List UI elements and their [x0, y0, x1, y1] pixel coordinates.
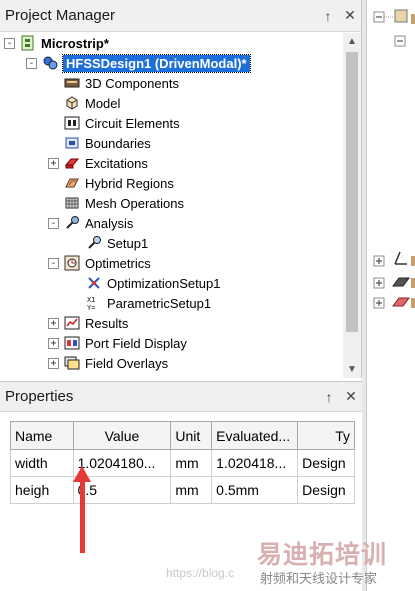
column-header-value[interactable]: Value	[72, 421, 172, 450]
tree-item[interactable]: - Analysis	[48, 213, 133, 233]
svg-text:Y=: Y=	[87, 304, 95, 311]
project-icon	[19, 35, 36, 51]
table-row[interactable]: heigh 0.5 mm 0.5mm Design	[10, 476, 355, 504]
circuit-icon	[63, 115, 80, 131]
scrollbar-thumb[interactable]	[346, 52, 358, 332]
pin-icon[interactable]: ↑	[318, 389, 340, 405]
tree-item-label: Hybrid Regions	[85, 175, 174, 191]
cell-name[interactable]: width	[10, 449, 74, 477]
project-manager-title: Project Manager	[5, 7, 116, 24]
tree-item[interactable]: - Microstrip*	[4, 33, 109, 53]
collapse-icon[interactable]: -	[48, 217, 59, 229]
cell-type: Design	[297, 476, 355, 504]
tree-item-label: Model	[85, 95, 121, 111]
expand-icon[interactable]: +	[48, 157, 59, 169]
tree-item[interactable]: Hybrid Regions	[63, 173, 174, 193]
tree-item-label: ParametricSetup1	[107, 295, 212, 311]
collapse-icon[interactable]: -	[26, 57, 37, 69]
tree-item-label: Field Overlays	[85, 355, 169, 371]
port-field-icon	[63, 335, 80, 351]
watermark-url: https://blog.c	[166, 566, 235, 580]
cell-name[interactable]: heigh	[10, 476, 74, 504]
tree-item[interactable]: + Results	[48, 313, 128, 333]
tree-scrollbar[interactable]: ▲ ▼	[343, 33, 361, 378]
analysis-icon	[63, 215, 80, 231]
tree-item[interactable]: Mesh Operations	[63, 193, 184, 213]
tree-item-label: Microstrip*	[41, 35, 109, 51]
components-icon	[63, 75, 80, 91]
parametric-icon: X1 Y=	[85, 295, 102, 311]
properties-grid: Name Value Unit Evaluated... Ty width 1.…	[10, 421, 355, 504]
cell-unit[interactable]: mm	[170, 449, 213, 477]
pin-icon[interactable]: ↑	[317, 8, 339, 24]
scroll-up-icon[interactable]: ▲	[343, 33, 361, 50]
tree-item-label: Mesh Operations	[85, 195, 184, 211]
optimetrics-icon	[63, 255, 80, 271]
tree-item-label: Circuit Elements	[85, 115, 180, 131]
tree-item[interactable]: - HFSSDesign1 (DrivenModal)*	[26, 53, 251, 73]
project-tree: - Microstrip* - HFSSDesign1 (DrivenModal)* 3…	[0, 33, 343, 378]
tree-item[interactable]: + Field Overlays	[48, 353, 168, 373]
properties-title: Properties	[5, 388, 74, 405]
tree-item-label: Port Field Display	[85, 335, 187, 351]
expand-icon[interactable]: +	[48, 317, 59, 329]
tree-item-label: Setup1	[107, 235, 149, 251]
hybrid-icon	[63, 175, 80, 191]
model-icon	[63, 95, 80, 111]
annotation-arrow	[80, 478, 85, 553]
watermark-brand-sub: 射频和天线设计专家	[260, 571, 378, 586]
collapse-icon[interactable]: -	[48, 257, 59, 269]
tree-item[interactable]: Model	[63, 93, 120, 113]
collapse-icon[interactable]: -	[4, 37, 15, 49]
column-header-evaluated[interactable]: Evaluated...	[211, 421, 299, 450]
design-icon	[41, 55, 58, 71]
tree-item-label: 3D Components	[85, 75, 179, 91]
svg-text:X1: X1	[87, 296, 95, 304]
tree-item-label: Results	[85, 315, 129, 331]
boundaries-icon	[63, 135, 80, 151]
column-header-unit[interactable]: Unit	[170, 421, 213, 450]
project-manager-panel: Project Manager ↑ ✕ - Microstrip* - HFSSDes…	[0, 0, 362, 378]
tree-item[interactable]: Setup1	[85, 233, 148, 253]
tree-item-label: HFSSDesign1 (DrivenModal)*	[62, 53, 251, 73]
right-tree-panel	[366, 0, 415, 591]
tree-item-label: Optimetrics	[85, 255, 151, 271]
grid-header-row: Name Value Unit Evaluated... Ty	[10, 421, 355, 450]
scroll-down-icon[interactable]: ▼	[343, 361, 361, 378]
excitations-icon	[63, 155, 80, 171]
column-header-type[interactable]: Ty	[297, 421, 355, 450]
cell-type: Design	[297, 449, 355, 477]
right-panel-graphics	[373, 9, 415, 309]
cell-evaluated: 1.020418...	[211, 449, 299, 477]
tree-item-label: Excitations	[85, 155, 148, 171]
cell-unit[interactable]: mm	[170, 476, 213, 504]
field-overlays-icon	[63, 355, 80, 371]
tree-item[interactable]: - Optimetrics	[48, 253, 151, 273]
setup-icon	[85, 235, 102, 251]
tree-item[interactable]: Boundaries	[63, 133, 151, 153]
cell-evaluated: 0.5mm	[211, 476, 299, 504]
mesh-icon	[63, 195, 80, 211]
close-icon[interactable]: ✕	[339, 7, 361, 24]
expand-icon[interactable]: +	[48, 357, 59, 369]
tree-item[interactable]: Circuit Elements	[63, 113, 180, 133]
table-row[interactable]: width 1.0204180... mm 1.020418... Design	[10, 449, 355, 477]
column-header-name[interactable]: Name	[10, 421, 74, 450]
tree-item[interactable]: OptimizationSetup1	[85, 273, 220, 293]
optimization-icon	[85, 275, 102, 291]
tree-item-label: OptimizationSetup1	[107, 275, 221, 291]
tree-item-label: Boundaries	[85, 135, 151, 151]
tree-item[interactable]: 3D Components	[63, 73, 179, 93]
properties-titlebar: Properties ↑ ✕	[0, 382, 362, 412]
watermark-brand: 易迪拓培训	[257, 541, 388, 569]
tree-item-label: Analysis	[85, 215, 134, 231]
tree-item[interactable]: X1 Y= ParametricSetup1	[85, 293, 212, 313]
tree-item[interactable]: + Excitations	[48, 153, 148, 173]
project-manager-titlebar: Project Manager ↑ ✕	[0, 0, 361, 32]
results-icon	[63, 315, 80, 331]
expand-icon[interactable]: +	[48, 337, 59, 349]
close-icon[interactable]: ✕	[340, 388, 362, 405]
tree-item[interactable]: + Port Field Display	[48, 333, 187, 353]
